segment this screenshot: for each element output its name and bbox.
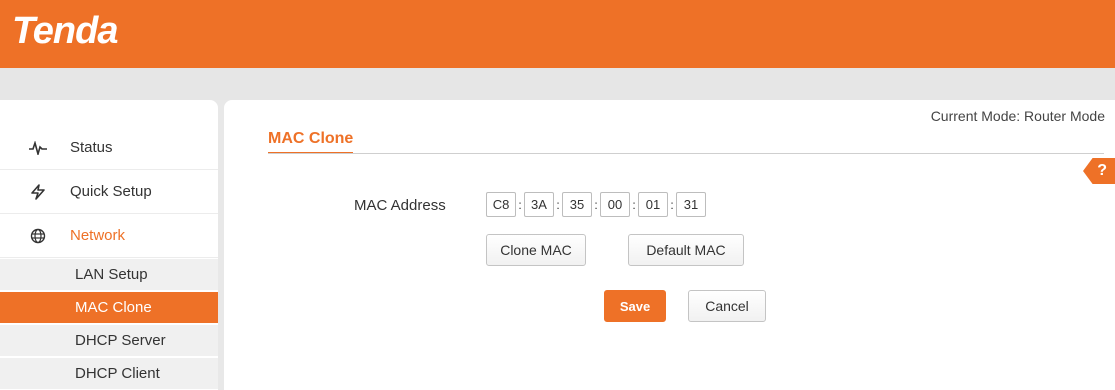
sidebar: Status Quick Setup Network LAN Setup MAC… [0, 100, 218, 390]
mac-octet-6[interactable]: 31 [676, 192, 706, 217]
mac-address-fields: C8 : 3A : 35 : 00 : 01 : 31 [486, 192, 706, 217]
main-panel: Current Mode: Router Mode MAC Clone ? MA… [224, 100, 1115, 390]
globe-icon [28, 226, 48, 246]
clone-mac-button[interactable]: Clone MAC [486, 234, 586, 266]
sidebar-item-network[interactable]: Network [0, 214, 218, 258]
mac-octet-4[interactable]: 00 [600, 192, 630, 217]
pulse-icon [28, 138, 48, 158]
sidebar-subitem-label: LAN Setup [75, 266, 148, 283]
page-title: MAC Clone [268, 130, 354, 154]
sidebar-subitem-label: MAC Clone [75, 299, 152, 316]
header-band [0, 68, 1115, 100]
mac-separator: : [518, 197, 522, 212]
sidebar-subitem-mac-clone[interactable]: MAC Clone [0, 292, 218, 324]
tenda-logo: Tenda [12, 10, 118, 52]
sidebar-subitem-lan-setup[interactable]: LAN Setup [0, 259, 218, 291]
cancel-button[interactable]: Cancel [688, 290, 766, 322]
default-mac-button[interactable]: Default MAC [628, 234, 744, 266]
sidebar-subitem-label: DHCP Server [75, 332, 166, 349]
sidebar-subitem-label: DHCP Client [75, 365, 160, 382]
sidebar-item-label: Network [70, 227, 126, 244]
mac-octet-2[interactable]: 3A [524, 192, 554, 217]
sidebar-subitem-dhcp-client[interactable]: DHCP Client [0, 358, 218, 390]
current-mode: Current Mode: Router Mode [930, 108, 1105, 124]
sidebar-subitem-dhcp-server[interactable]: DHCP Server [0, 325, 218, 357]
mac-separator: : [670, 197, 674, 212]
sidebar-item-status[interactable]: Status [0, 126, 218, 170]
sidebar-item-quick-setup[interactable]: Quick Setup [0, 170, 218, 214]
sidebar-item-label: Quick Setup [70, 183, 152, 200]
help-icon[interactable]: ? [1083, 158, 1115, 184]
lightning-icon [28, 182, 48, 202]
title-divider [268, 153, 1104, 154]
sidebar-item-label: Status [70, 139, 113, 156]
mac-separator: : [594, 197, 598, 212]
mac-separator: : [556, 197, 560, 212]
mac-octet-3[interactable]: 35 [562, 192, 592, 217]
mac-address-label: MAC Address [354, 197, 446, 214]
mac-octet-5[interactable]: 01 [638, 192, 668, 217]
mac-octet-1[interactable]: C8 [486, 192, 516, 217]
save-button[interactable]: Save [604, 290, 666, 322]
top-bar: Tenda [0, 0, 1115, 68]
mac-separator: : [632, 197, 636, 212]
